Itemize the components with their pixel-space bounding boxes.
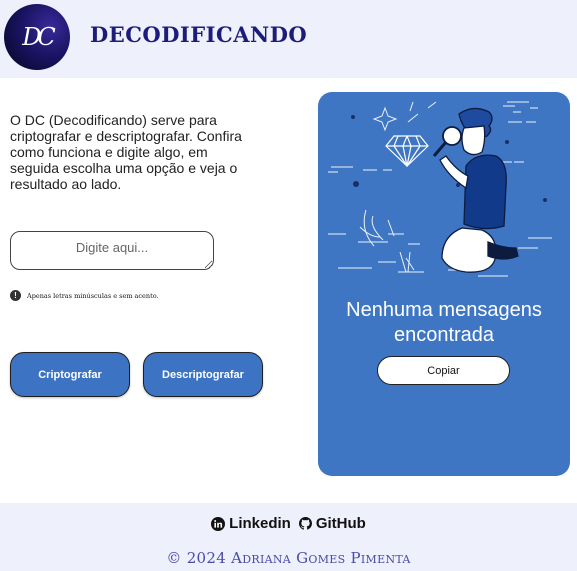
empty-message: Nenhuma mensagens encontrada bbox=[346, 299, 542, 346]
searching-illustration bbox=[328, 101, 552, 277]
github-label: GitHub bbox=[315, 515, 366, 532]
logo-text: DC bbox=[22, 23, 56, 51]
copy-button[interactable]: Copiar bbox=[377, 356, 510, 385]
linkedin-icon bbox=[211, 516, 226, 531]
intro-text: O DC (Decodificando) serve para criptogr… bbox=[10, 112, 242, 192]
warning-text: Apenas letras minúsculas e sem acento. bbox=[27, 291, 159, 300]
linkedin-label: Linkedin bbox=[229, 515, 291, 532]
info-icon: ! bbox=[10, 290, 21, 301]
header: DC DECODIFICANDO bbox=[0, 0, 577, 78]
github-link[interactable]: GitHub bbox=[298, 515, 366, 532]
social-links: Linkedin GitHub bbox=[0, 515, 577, 532]
encrypt-button[interactable]: Criptografar bbox=[10, 352, 130, 397]
text-input[interactable] bbox=[10, 231, 214, 270]
logo: DC bbox=[4, 4, 70, 70]
input-wrapper bbox=[10, 231, 214, 270]
output-panel: Nenhuma mensagens encontrada Copiar bbox=[318, 92, 570, 476]
footer: Linkedin GitHub © 2024 Adriana Gomes Pim… bbox=[0, 503, 577, 571]
linkedin-link[interactable]: Linkedin bbox=[211, 515, 291, 532]
decrypt-button[interactable]: Descriptografar bbox=[143, 352, 263, 397]
github-icon bbox=[298, 517, 312, 530]
brand-title: DECODIFICANDO bbox=[90, 22, 308, 47]
copyright: © 2024 Adriana Gomes Pimenta bbox=[166, 549, 411, 567]
warning: ! Apenas letras minúsculas e sem acento. bbox=[10, 290, 159, 301]
